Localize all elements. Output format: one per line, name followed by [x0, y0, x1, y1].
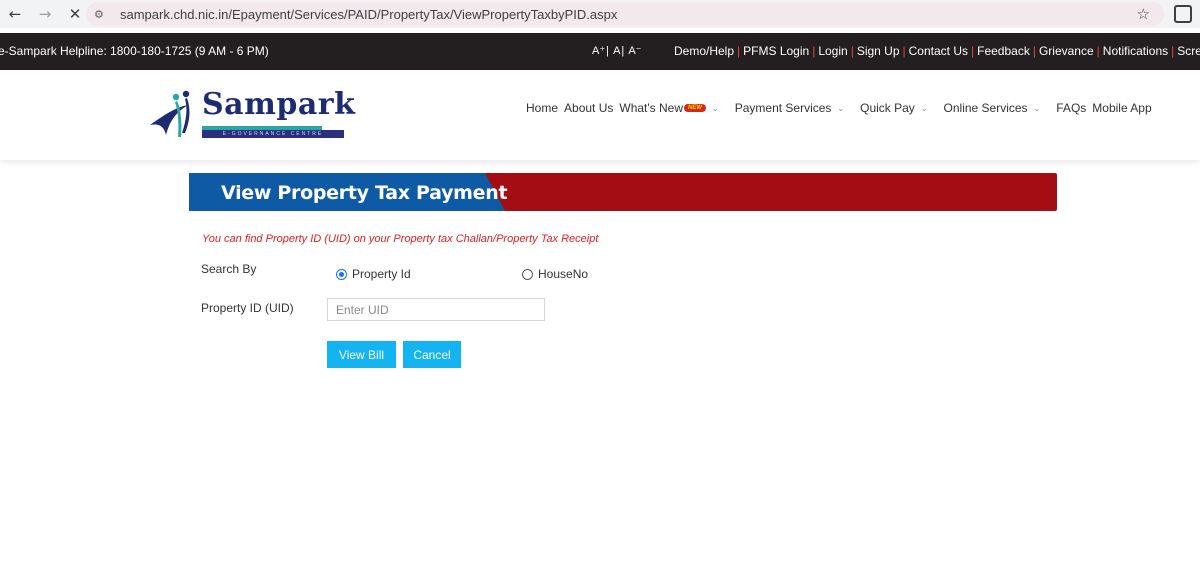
nav-online-services[interactable]: Online Services ⌄	[944, 101, 1051, 115]
view-bill-button[interactable]: View Bill	[327, 341, 396, 368]
nav-whats-new-label: What's New	[619, 101, 684, 115]
nav-quick-pay[interactable]: Quick Pay ⌄	[860, 101, 937, 115]
uid-hint-note: You can find Property ID (UID) on your P…	[202, 233, 599, 245]
site-header: Sampark E-GOVERNANCE CENTRE Home About U…	[0, 70, 1200, 160]
chevron-down-icon: ⌄	[920, 103, 928, 113]
link-notifications[interactable]: Notifications	[1103, 44, 1168, 58]
link-login[interactable]: Login	[818, 44, 847, 58]
bookmark-star-icon[interactable]: ☆	[1137, 5, 1150, 23]
back-arrow-icon[interactable]: ←	[0, 0, 30, 28]
top-strip: e-Sampark Helpline: 1800-180-1725 (9 AM …	[0, 33, 1200, 70]
link-pfms-login[interactable]: PFMS Login	[743, 44, 809, 58]
forward-arrow-icon[interactable]: →	[30, 0, 60, 28]
radio-unselected-icon[interactable]	[522, 268, 533, 280]
search-by-label: Search By	[201, 262, 257, 276]
main-nav: Home About Us What's New NEW ⌄ Payment S…	[526, 101, 1158, 115]
radio-property-id[interactable]: Property Id	[336, 267, 411, 281]
nav-home[interactable]: Home	[526, 101, 558, 115]
nav-mobile-app[interactable]: Mobile App	[1092, 101, 1151, 115]
font-size-controls: A⁺| A| A⁻	[592, 45, 642, 57]
chevron-down-icon: ⌄	[712, 103, 719, 113]
logo-wordmark: Sampark	[202, 87, 356, 122]
nav-about-us[interactable]: About Us	[564, 101, 613, 115]
uid-label: Property ID (UID)	[201, 301, 294, 315]
link-feedback[interactable]: Feedback	[977, 44, 1030, 58]
font-increase-button[interactable]: A⁺	[592, 45, 605, 57]
extensions-icon[interactable]	[1174, 5, 1192, 23]
radio-selected-icon[interactable]	[336, 268, 347, 280]
radio-property-id-label: Property Id	[352, 267, 411, 281]
page-title: View Property Tax Payment	[221, 182, 508, 204]
link-grievance[interactable]: Grievance	[1039, 44, 1094, 58]
nav-faqs[interactable]: FAQs	[1056, 101, 1086, 115]
chevron-down-icon: ⌄	[1033, 103, 1041, 113]
nav-payment-services-label: Payment Services	[734, 101, 832, 115]
link-demo-help[interactable]: Demo/Help	[674, 44, 734, 58]
uid-input[interactable]	[327, 298, 545, 321]
link-screen-reader[interactable]: Screen Rea	[1177, 44, 1200, 58]
top-links: Demo/Help | PFMS Login | Login | Sign Up | C…	[674, 44, 1200, 58]
new-badge: NEW	[684, 104, 707, 112]
link-contact-us[interactable]: Contact Us	[909, 44, 968, 58]
page-title-banner: View Property Tax Payment	[189, 173, 1057, 211]
nav-whats-new[interactable]: What's New NEW ⌄	[619, 101, 728, 115]
link-sign-up[interactable]: Sign Up	[857, 44, 900, 58]
cancel-button[interactable]: Cancel	[403, 341, 461, 368]
font-decrease-button[interactable]: A⁻	[628, 45, 641, 57]
chevron-down-icon: ⌄	[837, 103, 845, 113]
nav-online-services-label: Online Services	[943, 101, 1028, 115]
font-normal-button[interactable]: A	[613, 45, 620, 57]
radio-house-no-label: HouseNo	[538, 267, 589, 281]
address-bar[interactable]: ⚙ sampark.chd.nic.in/Epayment/Services/P…	[86, 2, 1164, 26]
browser-toolbar: ← → ✕ ⚙ sampark.chd.nic.in/Epayment/Serv…	[0, 0, 1200, 28]
helpline-text: e-Sampark Helpline: 1800-180-1725 (9 AM …	[0, 44, 269, 58]
sampark-logo[interactable]: Sampark E-GOVERNANCE CENTRE	[148, 87, 355, 147]
radio-house-no[interactable]: HouseNo	[522, 267, 588, 281]
logo-figures-icon	[150, 90, 190, 137]
url-text[interactable]: sampark.chd.nic.in/Epayment/Services/PAI…	[120, 7, 617, 22]
nav-quick-pay-label: Quick Pay	[860, 101, 915, 115]
site-settings-icon[interactable]: ⚙	[94, 8, 116, 21]
nav-payment-services[interactable]: Payment Services ⌄	[735, 101, 854, 115]
logo-tagline: E-GOVERNANCE CENTRE	[202, 130, 344, 138]
